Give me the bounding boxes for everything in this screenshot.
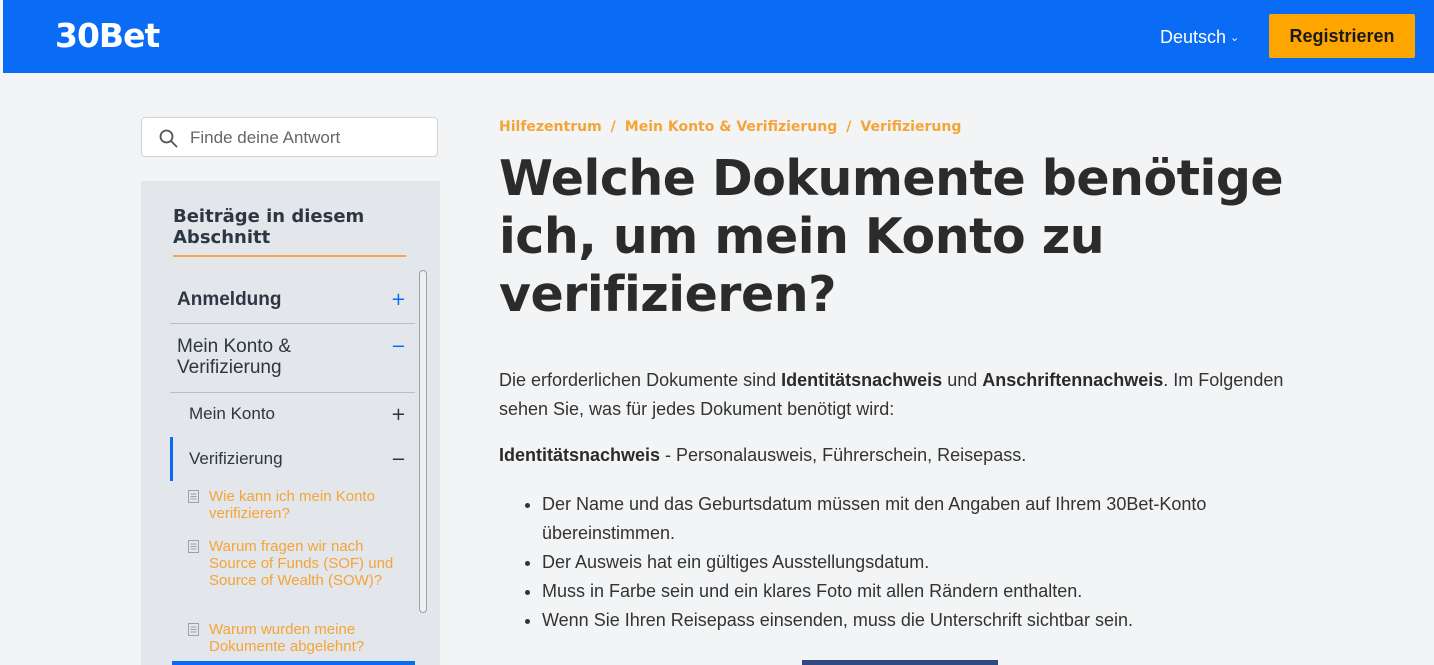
article-link[interactable]: Warum fragen wir nach Source of Funds (S… [188, 538, 408, 610]
id-paragraph: Identitätsnachweis - Personalausweis, Fü… [499, 441, 1289, 470]
article-title: Welche Dokumente benötige ich, um mein K… [499, 150, 1284, 323]
id-text: - Personalausweis, Führerschein, Reisepa… [660, 445, 1027, 465]
list-item: Der Ausweis hat ein gültiges Ausstellung… [542, 548, 1289, 577]
sidebar-item-anmeldung[interactable]: Anmeldung + [170, 277, 415, 324]
breadcrumb-separator: / [610, 119, 616, 135]
article-body: Die erforderlichen Dokumente sind Identi… [499, 366, 1289, 635]
section-sidebar: Beiträge in diesem Abschnitt Anmeldung +… [141, 181, 440, 665]
article-link-text: Warum fragen wir nach Source of Funds (S… [209, 538, 394, 589]
list-item: Der Name und das Geburtsdatum müssen mit… [542, 490, 1289, 548]
article-link[interactable]: Warum wurden meine Dokumente abgelehnt? [188, 621, 408, 661]
register-button[interactable]: Registrieren [1269, 14, 1415, 58]
article-link[interactable]: Wie kann ich mein Konto verifizieren? [188, 488, 408, 528]
id-heading: Identitätsnachweis [499, 445, 661, 465]
article-link-text: Wie kann ich mein Konto verifizieren? [209, 488, 375, 522]
sidebar-item-label: Mein Konto [189, 404, 275, 423]
intro-paragraph: Die erforderlichen Dokumente sind Identi… [499, 366, 1289, 424]
intro-text: und [942, 370, 983, 390]
sidebar-scrollbar[interactable] [419, 270, 427, 613]
requirements-list: Der Name und das Geburtsdatum müssen mit… [499, 490, 1289, 635]
sidebar-item-label: Anmeldung [177, 289, 282, 310]
sidebar-item-verifizierung[interactable]: Verifizierung − [170, 437, 415, 481]
embedded-image-edge [802, 660, 998, 665]
language-selector[interactable]: Deutsch ⌄ [1160, 25, 1239, 52]
collapse-icon[interactable]: − [391, 449, 406, 470]
document-icon [188, 623, 199, 636]
language-label: Deutsch [1160, 27, 1227, 47]
expand-icon[interactable]: + [391, 404, 406, 425]
intro-text: Die erforderlichen Dokumente sind [499, 370, 782, 390]
document-icon [188, 490, 199, 503]
sidebar-item-mein-konto-verifizierung[interactable]: Mein Konto & Verifizierung − [170, 324, 415, 393]
sidebar-title: Beiträge in diesem Abschnitt [173, 206, 406, 257]
brand-logo[interactable]: 30Bet [55, 16, 160, 56]
breadcrumb: Hilfezentrum / Mein Konto & Verifizierung /… [499, 119, 961, 135]
intro-bold: Anschriftennachweis [982, 370, 1164, 390]
sidebar-item-label: Mein Konto & Verifizierung [177, 336, 292, 378]
article-link-text: Warum wurden meine Dokumente abgelehnt? [209, 621, 365, 655]
sidebar-item-mein-konto[interactable]: Mein Konto + [170, 393, 415, 438]
breadcrumb-link[interactable]: Mein Konto & Verifizierung [625, 119, 837, 135]
chevron-down-icon: ⌄ [1230, 32, 1240, 44]
search-icon [159, 129, 178, 148]
breadcrumb-link[interactable]: Verifizierung [860, 119, 961, 135]
document-icon [188, 540, 199, 553]
search-input[interactable] [188, 124, 432, 152]
sidebar-item-label: Verifizierung [189, 449, 283, 468]
list-item: Muss in Farbe sein und ein klares Foto m… [542, 577, 1289, 606]
search-box[interactable] [141, 117, 438, 157]
breadcrumb-separator: / [846, 119, 852, 135]
list-item: Wenn Sie Ihren Reisepass einsenden, muss… [542, 606, 1289, 635]
collapse-icon[interactable]: − [391, 336, 406, 357]
breadcrumb-link[interactable]: Hilfezentrum [499, 119, 602, 135]
top-navigation-bar: 30Bet Deutsch ⌄ Registrieren [3, 0, 1434, 73]
next-item-highlight [172, 661, 415, 665]
active-indicator [170, 437, 173, 481]
intro-bold: Identitätsnachweis [781, 370, 943, 390]
expand-icon[interactable]: + [391, 289, 406, 310]
